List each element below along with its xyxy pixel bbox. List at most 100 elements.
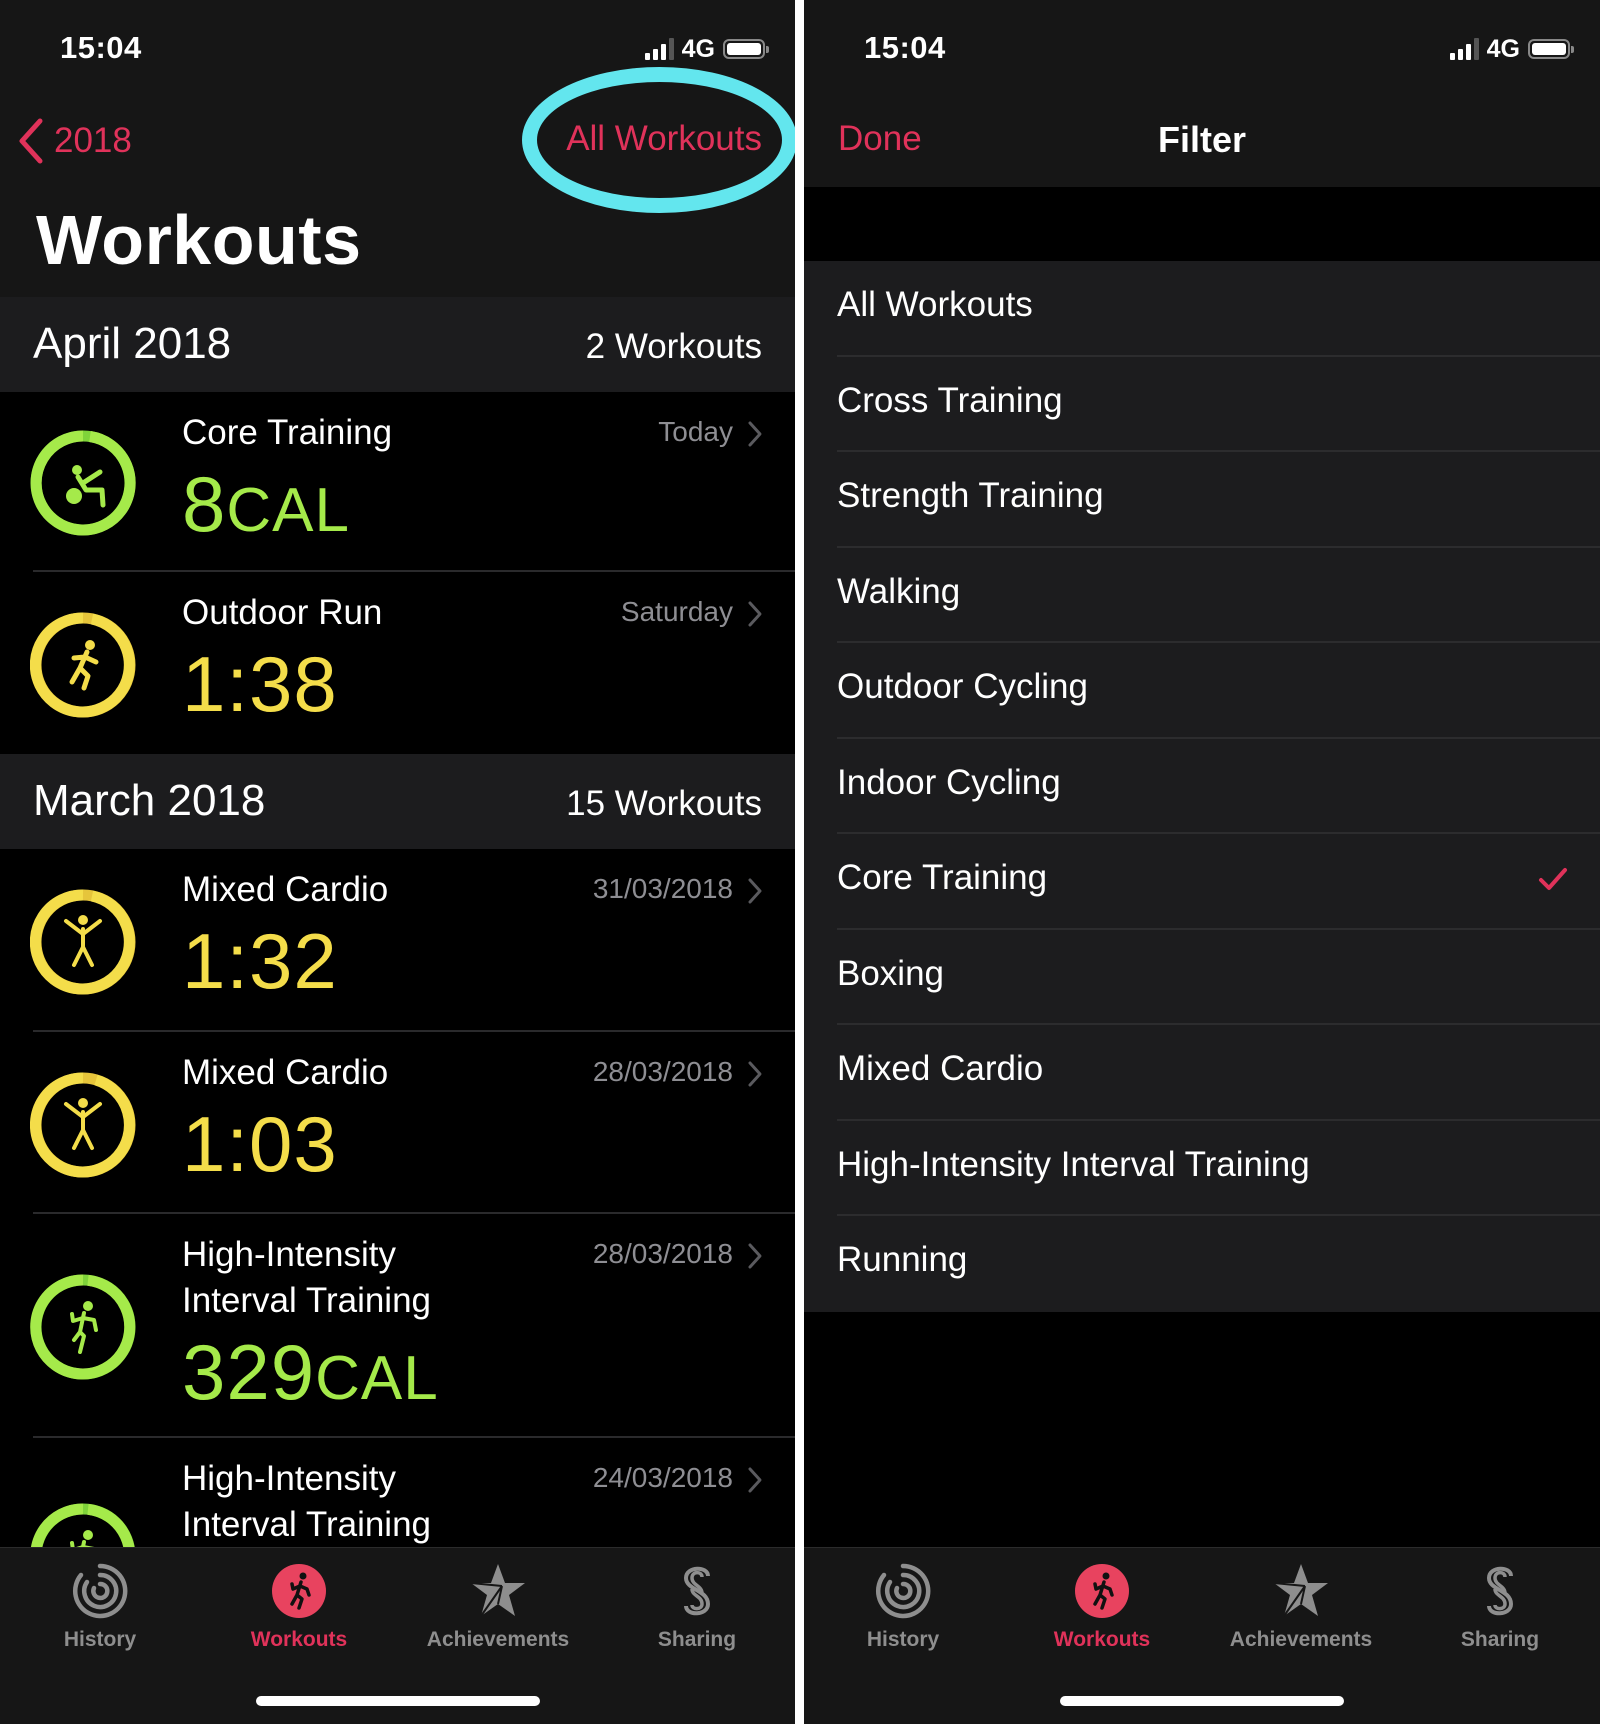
filter-option-label: Outdoor Cycling	[837, 667, 1088, 706]
section-count: 2 Workouts	[585, 327, 762, 366]
tab-workouts[interactable]: Workouts	[1012, 1562, 1192, 1652]
section-count: 15 Workouts	[566, 784, 762, 823]
filter-option-label: Core Training	[837, 858, 1048, 897]
workout-date: 28/03/2018	[592, 1056, 733, 1087]
filter-option[interactable]: High-Intensity Interval Training	[804, 1121, 1600, 1216]
chevron-left-icon	[19, 118, 43, 164]
status-indicators: 4G	[644, 34, 769, 63]
filter-option[interactable]: All Workouts	[804, 261, 1600, 357]
workout-row[interactable]: Mixed Cardio 1:03 28/03/2018	[0, 1032, 795, 1214]
tab-label: History	[866, 1628, 940, 1651]
tab-bar: History Workouts Achievements Sharing	[0, 1547, 795, 1724]
chevron-right-icon	[748, 421, 762, 447]
tab-history[interactable]: History	[10, 1562, 190, 1652]
tab-label: History	[63, 1628, 137, 1651]
tab-label: Sharing	[657, 1628, 737, 1651]
chevron-right-icon	[748, 1061, 762, 1087]
home-indicator[interactable]	[1060, 1696, 1344, 1706]
achievements-star-icon	[1273, 1564, 1328, 1617]
section-header-march: March 2018 15 Workouts	[0, 754, 795, 849]
workout-name: Core Training	[182, 413, 393, 452]
home-indicator[interactable]	[255, 1696, 540, 1706]
workout-row[interactable]: Core Training 8CAL Today	[0, 392, 795, 572]
workout-name-line-2: Interval Training	[182, 1505, 432, 1544]
tab-workouts[interactable]: Workouts	[209, 1562, 389, 1652]
tab-label: Workouts	[1053, 1628, 1151, 1651]
mixed-cardio-icon	[30, 889, 136, 995]
workout-row[interactable]: Outdoor Run 1:38 Saturday	[0, 572, 795, 754]
workout-value: 1:32	[182, 917, 338, 1005]
filter-option-label: Indoor Cycling	[837, 762, 1061, 802]
status-indicators: 4G	[1449, 34, 1574, 63]
section-header-april: April 2018 2 Workouts	[0, 297, 795, 392]
workout-date: 31/03/2018	[592, 873, 733, 904]
filter-option[interactable]: Outdoor Cycling	[804, 643, 1600, 739]
status-time: 15:04	[60, 30, 142, 65]
workouts-runner-icon	[1075, 1564, 1129, 1618]
filter-option[interactable]: Cross Training	[804, 357, 1600, 452]
signal-strength-icon	[644, 38, 674, 60]
core-training-icon	[30, 430, 136, 536]
checkmark-icon	[1539, 868, 1567, 890]
workout-date: 24/03/2018	[592, 1462, 733, 1493]
tab-label: Workouts	[250, 1628, 348, 1651]
workout-row[interactable]: High-Intensity Interval Training 329CAL …	[0, 1214, 795, 1438]
page-title: Filter	[1157, 119, 1246, 160]
filter-option-label: Running	[837, 1240, 968, 1279]
filter-option[interactable]: Running	[804, 1216, 1600, 1312]
workout-date: 28/03/2018	[592, 1238, 733, 1269]
workouts-runner-icon	[272, 1564, 326, 1618]
workouts-screen: 15:04 4G 2018 All Workouts Workouts Apri…	[0, 0, 795, 1724]
network-type: 4G	[1486, 34, 1520, 63]
filter-option-label: Mixed Cardio	[837, 1049, 1044, 1088]
back-button[interactable]: 2018	[18, 117, 132, 165]
workout-value: 1:03	[182, 1100, 338, 1188]
status-bar: 15:04 4G	[0, 0, 795, 100]
filter-option[interactable]: Indoor Cycling	[804, 739, 1600, 834]
all-workouts-filter-button[interactable]: All Workouts	[566, 119, 762, 159]
status-bar: 15:04 4G	[804, 0, 1600, 100]
section-month: March 2018	[33, 776, 266, 825]
page-title: Workouts	[36, 201, 362, 279]
filter-option[interactable]: Walking	[804, 548, 1600, 643]
filter-option[interactable]: Strength Training	[804, 452, 1600, 548]
tab-bar: History Workouts Achievements Sharing	[804, 1547, 1600, 1724]
section-month: April 2018	[33, 319, 232, 368]
sharing-s-icon	[683, 1566, 711, 1616]
tab-label: Achievements	[1229, 1628, 1373, 1651]
hiit-icon	[30, 1274, 136, 1380]
status-time: 15:04	[864, 30, 946, 65]
history-rings-icon	[875, 1563, 931, 1619]
running-icon	[30, 612, 136, 718]
tab-sharing[interactable]: Sharing	[1410, 1562, 1590, 1652]
workout-value: 329CAL	[182, 1328, 439, 1416]
workout-name-line-2: Interval Training	[182, 1281, 432, 1320]
sharing-s-icon	[1486, 1566, 1514, 1616]
filter-option[interactable]: Mixed Cardio	[804, 1025, 1600, 1121]
workout-name: Mixed Cardio	[182, 870, 389, 909]
tab-history[interactable]: History	[813, 1562, 993, 1652]
filter-option-label: Walking	[837, 571, 961, 611]
tab-sharing[interactable]: Sharing	[607, 1562, 787, 1652]
battery-icon	[1528, 39, 1574, 59]
chevron-right-icon	[748, 1243, 762, 1269]
mixed-cardio-icon	[30, 1072, 136, 1178]
workout-name: Mixed Cardio	[182, 1053, 389, 1092]
workout-value: 8CAL	[182, 460, 350, 548]
filter-option[interactable]: Core Training	[804, 834, 1600, 930]
chevron-right-icon	[748, 878, 762, 904]
tab-achievements[interactable]: Achievements	[408, 1562, 588, 1652]
workout-date: Saturday	[620, 596, 733, 627]
workout-row[interactable]: Mixed Cardio 1:32 31/03/2018	[0, 849, 795, 1032]
workout-name-line-1: High-Intensity	[182, 1235, 396, 1274]
battery-icon	[723, 39, 769, 59]
filter-option-label: Cross Training	[837, 380, 1063, 420]
tab-label: Achievements	[426, 1628, 570, 1651]
chevron-right-icon	[748, 1467, 762, 1493]
chevron-right-icon	[748, 601, 762, 627]
network-type: 4G	[681, 34, 715, 63]
filter-option[interactable]: Boxing	[804, 930, 1600, 1025]
filter-option-label: High-Intensity Interval Training	[837, 1144, 1310, 1184]
tab-achievements[interactable]: Achievements	[1211, 1562, 1391, 1652]
workout-name-line-1: High-Intensity	[182, 1459, 396, 1498]
